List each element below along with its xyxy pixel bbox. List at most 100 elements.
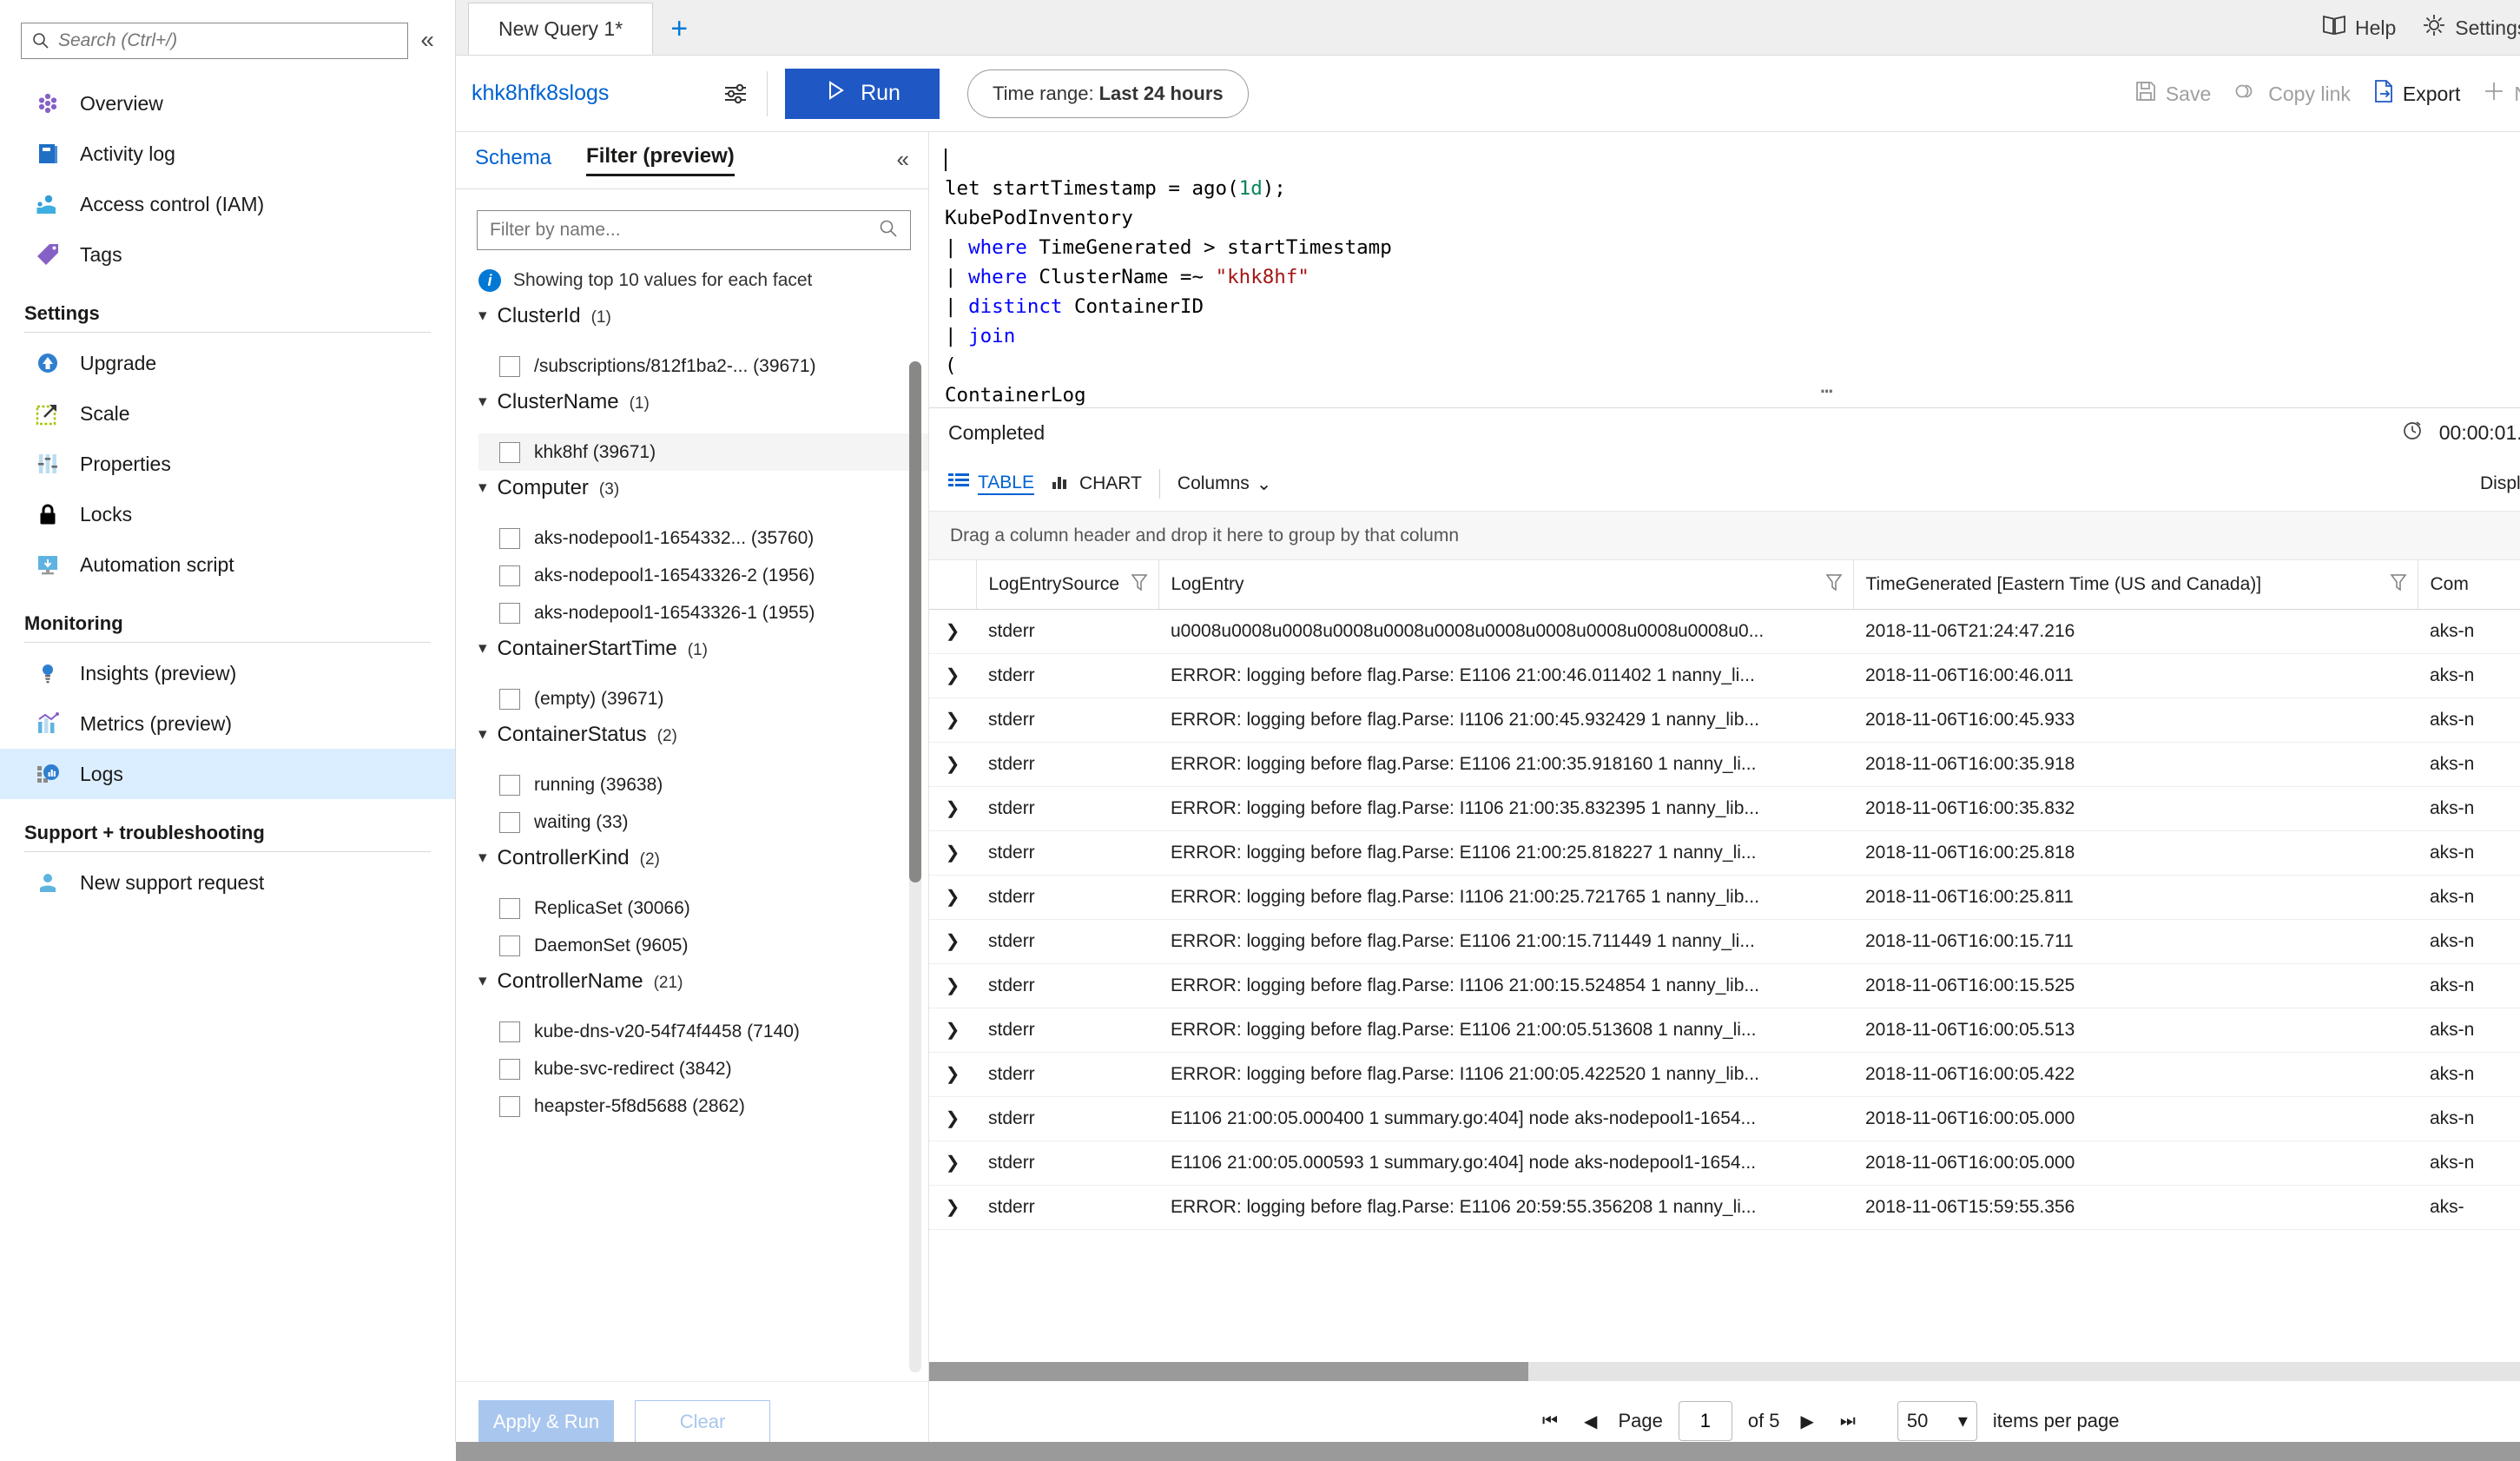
group-by-dropzone[interactable]: Drag a column header and drop it here to… bbox=[929, 512, 2520, 560]
chevron-right-icon[interactable]: ❯ bbox=[946, 976, 960, 995]
run-button[interactable]: Run bbox=[785, 68, 940, 119]
chevron-right-icon[interactable]: ❯ bbox=[946, 799, 960, 818]
chevron-right-icon[interactable]: ❯ bbox=[946, 755, 960, 774]
table-row[interactable]: ❯ stderr ERROR: logging before flag.Parse:… bbox=[929, 875, 2520, 920]
results-horizontal-scrollbar[interactable] bbox=[929, 1362, 2520, 1381]
column-header-log-entry[interactable]: LogEntry bbox=[1158, 560, 1854, 610]
tab-schema[interactable]: Schema bbox=[475, 146, 551, 175]
filter-funnel-icon[interactable] bbox=[1825, 572, 1843, 597]
facet-value-row[interactable]: /subscriptions/812f1ba2-... (39671) bbox=[478, 347, 928, 385]
expand-row-cell[interactable]: ❯ bbox=[929, 1052, 976, 1097]
table-row[interactable]: ❯ stderr ERROR: logging before flag.Parse:… bbox=[929, 742, 2520, 787]
query-settings-sliders-icon[interactable] bbox=[716, 75, 755, 113]
chevron-right-icon[interactable]: ❯ bbox=[946, 711, 960, 730]
facet-header[interactable]: ▾ ControllerKind (2) bbox=[478, 846, 928, 889]
facet-checkbox[interactable] bbox=[499, 565, 520, 586]
facet-value-row[interactable]: ReplicaSet (30066) bbox=[478, 889, 928, 927]
nav-item-access-control[interactable]: Access control (IAM) bbox=[0, 179, 455, 229]
expand-row-cell[interactable]: ❯ bbox=[929, 1140, 976, 1186]
facet-checkbox[interactable] bbox=[499, 897, 520, 919]
nav-item-insights[interactable]: Insights (preview) bbox=[0, 648, 455, 698]
facet-checkbox[interactable] bbox=[499, 1058, 520, 1080]
facet-checkbox[interactable] bbox=[499, 811, 520, 833]
table-row[interactable]: ❯ stderr ERROR: logging before flag.Parse:… bbox=[929, 830, 2520, 876]
expand-row-cell[interactable]: ❯ bbox=[929, 1096, 976, 1141]
facet-value-row[interactable]: running (39638) bbox=[478, 766, 928, 803]
facet-checkbox[interactable] bbox=[499, 935, 520, 956]
filter-by-name-box[interactable] bbox=[477, 210, 911, 250]
facet-header[interactable]: ▾ ClusterName (1) bbox=[478, 390, 928, 433]
nav-item-new-support-request[interactable]: New support request bbox=[0, 857, 455, 908]
facet-checkbox[interactable] bbox=[499, 441, 520, 463]
table-row[interactable]: ❯ stderr ERROR: logging before flag.Parse:… bbox=[929, 697, 2520, 743]
filter-funnel-icon[interactable] bbox=[1131, 572, 1148, 597]
expand-row-cell[interactable]: ❯ bbox=[929, 653, 976, 698]
table-row[interactable]: ❯ stderr E1106 21:00:05.000593 1 summary.g… bbox=[929, 1140, 2520, 1186]
results-grid[interactable]: LogEntrySource LogEntry TimeGenerated [E… bbox=[929, 560, 2520, 1362]
chevron-right-icon[interactable]: ❯ bbox=[946, 622, 960, 641]
expand-row-cell[interactable]: ❯ bbox=[929, 1185, 976, 1230]
chevron-right-icon[interactable]: ❯ bbox=[946, 843, 960, 863]
table-row[interactable]: ❯ stderr ERROR: logging before flag.Parse:… bbox=[929, 653, 2520, 698]
columns-dropdown[interactable]: Columns ⌄ bbox=[1158, 469, 1271, 499]
facet-header[interactable]: ▾ ContainerStatus (2) bbox=[478, 723, 928, 766]
page-size-select[interactable]: 50 ▾ bbox=[1897, 1401, 1977, 1441]
chevron-right-icon[interactable]: ❯ bbox=[946, 1065, 960, 1084]
prev-page-icon[interactable]: ◀ bbox=[1579, 1411, 1602, 1432]
facet-checkbox[interactable] bbox=[499, 1095, 520, 1117]
chevron-right-icon[interactable]: ❯ bbox=[946, 1109, 960, 1128]
view-tab-chart[interactable]: CHART bbox=[1052, 473, 1142, 495]
chevron-right-icon[interactable]: ❯ bbox=[946, 1154, 960, 1173]
table-row[interactable]: ❯ stderr ERROR: logging before flag.Parse:… bbox=[929, 1052, 2520, 1097]
page-number-input[interactable] bbox=[1678, 1401, 1732, 1441]
nav-item-upgrade[interactable]: Upgrade bbox=[0, 338, 455, 388]
view-tab-table[interactable]: TABLE bbox=[948, 473, 1034, 495]
facet-checkbox[interactable] bbox=[499, 527, 520, 549]
facet-value-row[interactable]: aks-nodepool1-16543326-1 (1955) bbox=[478, 594, 928, 631]
table-row[interactable]: ❯ stderr ERROR: logging before flag.Parse:… bbox=[929, 919, 2520, 964]
facet-value-row[interactable]: khk8hf (39671) bbox=[478, 433, 928, 471]
column-header-computer[interactable]: Com bbox=[2418, 560, 2520, 610]
display-time-dropdown[interactable]: Display time (UTC-05:00) ⌄ bbox=[2480, 473, 2520, 495]
add-query-tab-button[interactable]: + bbox=[653, 3, 705, 55]
results-horizontal-scrollbar-thumb[interactable] bbox=[929, 1362, 1528, 1381]
column-header-time-generated[interactable]: TimeGenerated [Eastern Time (US and Cana… bbox=[1853, 560, 2418, 610]
last-page-icon[interactable]: ⏭ bbox=[1835, 1411, 1861, 1431]
expand-row-cell[interactable]: ❯ bbox=[929, 609, 976, 654]
facet-value-row[interactable]: DaemonSet (9605) bbox=[478, 927, 928, 964]
table-row[interactable]: ❯ stderr ERROR: logging before flag.Parse:… bbox=[929, 1185, 2520, 1230]
save-button[interactable]: Save bbox=[2134, 80, 2211, 108]
collapse-nav-button[interactable]: « bbox=[420, 23, 434, 57]
table-row[interactable]: ❯ stderr u0008u0008u0008u0008u0008u0008u00… bbox=[929, 609, 2520, 654]
tab-filter[interactable]: Filter (preview) bbox=[586, 144, 735, 176]
expand-row-cell[interactable]: ❯ bbox=[929, 963, 976, 1008]
nav-item-properties[interactable]: Properties bbox=[0, 439, 455, 489]
chevron-right-icon[interactable]: ❯ bbox=[946, 932, 960, 951]
expand-row-cell[interactable]: ❯ bbox=[929, 1008, 976, 1053]
facet-value-row[interactable]: kube-svc-redirect (3842) bbox=[478, 1050, 928, 1087]
facet-checkbox[interactable] bbox=[499, 774, 520, 796]
export-button[interactable]: Export bbox=[2373, 79, 2460, 109]
table-row[interactable]: ❯ stderr ERROR: logging before flag.Parse:… bbox=[929, 963, 2520, 1008]
facet-checkbox[interactable] bbox=[499, 688, 520, 710]
chevron-right-icon[interactable]: ❯ bbox=[946, 888, 960, 907]
facet-value-row[interactable]: aks-nodepool1-16543326-2 (1956) bbox=[478, 557, 928, 594]
sidebar-item-logs[interactable]: Logs bbox=[0, 749, 455, 799]
nav-item-scale[interactable]: Scale bbox=[0, 388, 455, 439]
new-alert-rule-button[interactable]: New alert rule bbox=[2483, 80, 2520, 108]
facet-value-row[interactable]: aks-nodepool1-1654332... (35760) bbox=[478, 519, 928, 557]
clear-filters-button[interactable]: Clear bbox=[635, 1399, 770, 1444]
filter-by-name-input[interactable] bbox=[490, 220, 879, 241]
nav-item-tags[interactable]: Tags bbox=[0, 229, 455, 280]
time-range-picker[interactable]: Time range: Last 24 hours bbox=[967, 69, 1249, 118]
table-row[interactable]: ❯ stderr ERROR: logging before flag.Parse:… bbox=[929, 786, 2520, 831]
tab-new-query-1[interactable]: New Query 1* bbox=[468, 3, 654, 55]
chevron-right-icon[interactable]: ❯ bbox=[946, 1021, 960, 1040]
facet-scrollbar[interactable] bbox=[909, 361, 921, 1372]
collapse-filter-panel-button[interactable]: « bbox=[897, 146, 909, 173]
table-row[interactable]: ❯ stderr ERROR: logging before flag.Parse:… bbox=[929, 1008, 2520, 1053]
query-editor[interactable]: let startTimestamp = ago(1d); KubePodInve… bbox=[929, 132, 2520, 408]
table-row[interactable]: ❯ stderr E1106 21:00:05.000400 1 summary.g… bbox=[929, 1096, 2520, 1141]
search-input[interactable] bbox=[58, 30, 398, 51]
facet-value-row[interactable]: heapster-5f8d5688 (2862) bbox=[478, 1087, 928, 1125]
